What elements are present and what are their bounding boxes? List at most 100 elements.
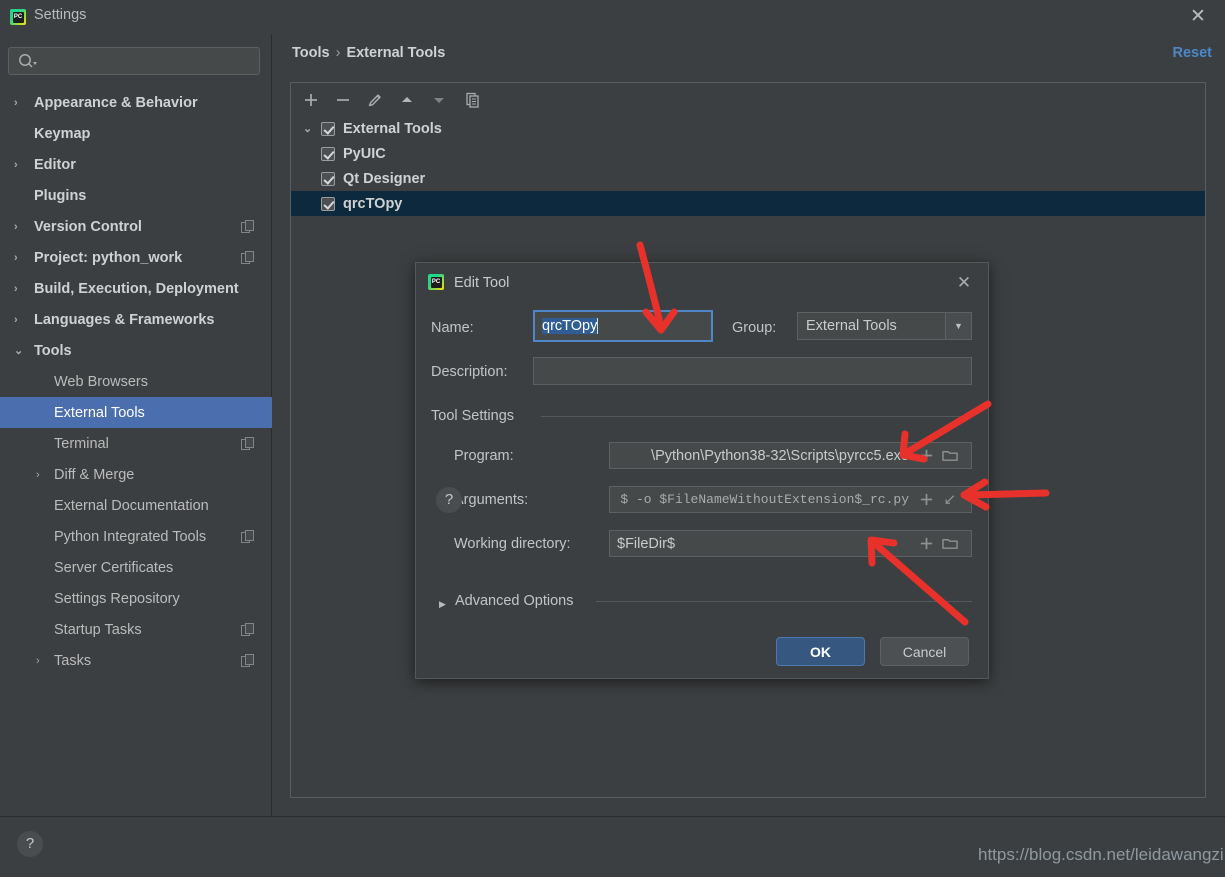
- sidebar-item-version-control[interactable]: › Version Control: [0, 211, 272, 242]
- tool-list-label: External Tools: [343, 120, 442, 137]
- tools-toolbar: [291, 83, 1205, 116]
- settings-scope-icon: [241, 654, 254, 667]
- chevron-down-icon[interactable]: ▼: [945, 313, 971, 339]
- edit-button[interactable]: [363, 88, 387, 112]
- sidebar-item-web-browsers[interactable]: Web Browsers: [0, 366, 272, 397]
- working-directory-field-addons: [919, 536, 959, 556]
- sidebar-item-server-certificates[interactable]: Server Certificates: [0, 552, 272, 583]
- chevron-right-icon[interactable]: ›: [14, 314, 30, 326]
- dialog-cancel-button[interactable]: Cancel: [880, 637, 969, 666]
- arguments-label: Arguments:: [454, 492, 529, 508]
- sidebar-item-diff-merge[interactable]: › Diff & Merge: [0, 459, 272, 490]
- text-caret: [597, 318, 599, 334]
- sidebar-item-python-integrated-tools[interactable]: Python Integrated Tools: [0, 521, 272, 552]
- working-directory-input[interactable]: $FileDir$: [609, 530, 972, 557]
- arguments-input[interactable]: $ -o $FileNameWithoutExtension$_rc.py: [609, 486, 972, 513]
- browse-folder-icon[interactable]: [942, 448, 959, 468]
- sidebar-item-label: External Documentation: [54, 497, 209, 514]
- sidebar-item-label: Server Certificates: [54, 559, 174, 576]
- tool-enabled-checkbox[interactable]: [321, 196, 335, 211]
- sidebar-item-label: External Tools: [54, 404, 145, 421]
- help-button[interactable]: ?: [17, 831, 43, 857]
- chevron-right-icon[interactable]: ›: [14, 159, 30, 171]
- insert-macro-plus-icon[interactable]: [919, 536, 934, 556]
- insert-macro-plus-icon[interactable]: [919, 492, 934, 512]
- sidebar-item-keymap[interactable]: › Keymap: [0, 118, 272, 149]
- chevron-right-icon[interactable]: ›: [14, 97, 30, 109]
- browse-folder-icon[interactable]: [942, 536, 959, 556]
- tool-list-row[interactable]: ⌄ External Tools: [291, 116, 1205, 141]
- tool-enabled-checkbox[interactable]: [321, 121, 335, 136]
- name-label: Name:: [431, 320, 474, 336]
- sidebar-item-label: Languages & Frameworks: [34, 311, 215, 328]
- expand-icon[interactable]: [942, 492, 958, 512]
- search-input[interactable]: [8, 47, 260, 75]
- chevron-right-icon[interactable]: ›: [14, 221, 30, 233]
- chevron-down-icon[interactable]: ⌄: [14, 344, 30, 357]
- sidebar-item-label: Plugins: [34, 187, 87, 204]
- tool-enabled-checkbox[interactable]: [321, 146, 335, 161]
- remove-button[interactable]: [331, 88, 355, 112]
- sidebar-item-external-documentation[interactable]: External Documentation: [0, 490, 272, 521]
- close-icon[interactable]: ✕: [1187, 7, 1209, 27]
- move-up-button[interactable]: [395, 88, 419, 112]
- sidebar-item-external-tools[interactable]: External Tools: [0, 397, 272, 428]
- copy-button[interactable]: [461, 88, 485, 112]
- dialog-close-icon[interactable]: ✕: [954, 273, 974, 293]
- tool-list-row[interactable]: Qt Designer: [291, 166, 1205, 191]
- group-dropdown[interactable]: External Tools ▼: [797, 312, 972, 340]
- chevron-right-icon[interactable]: ›: [36, 655, 40, 667]
- chevron-right-icon: ›: [14, 190, 30, 202]
- move-down-button[interactable]: [427, 88, 451, 112]
- sidebar-item-tasks[interactable]: › Tasks: [0, 645, 272, 676]
- description-input[interactable]: [533, 357, 972, 385]
- arguments-input-value: $ -o $FileNameWithoutExtension$_rc.py: [620, 492, 909, 507]
- group-label: Group:: [732, 320, 777, 336]
- add-button[interactable]: [299, 88, 323, 112]
- chevron-right-icon[interactable]: ›: [14, 252, 30, 264]
- breadcrumb-parent[interactable]: Tools: [292, 45, 330, 61]
- name-input[interactable]: qrcTOpy: [533, 310, 713, 342]
- tool-settings-divider: [541, 416, 972, 417]
- sidebar-item-terminal[interactable]: Terminal: [0, 428, 272, 459]
- sidebar-item-label: Settings Repository: [54, 590, 180, 607]
- edit-tool-dialog: PC Edit Tool ✕ Name: qrcTOpy Group: Exte…: [415, 262, 989, 679]
- working-directory-label: Working directory:: [454, 536, 571, 552]
- sidebar-item-editor[interactable]: › Editor: [0, 149, 272, 180]
- reset-link[interactable]: Reset: [1173, 45, 1213, 61]
- arguments-field-addons: [919, 492, 958, 512]
- sidebar-item-project-python-work[interactable]: › Project: python_work: [0, 242, 272, 273]
- sidebar-item-plugins[interactable]: › Plugins: [0, 180, 272, 211]
- sidebar-item-languages-frameworks[interactable]: › Languages & Frameworks: [0, 304, 272, 335]
- sidebar-item-build-execution-deployment[interactable]: › Build, Execution, Deployment: [0, 273, 272, 304]
- breadcrumb-current: External Tools: [346, 45, 446, 61]
- settings-scope-icon: [241, 623, 254, 636]
- breadcrumb: Tools › External Tools: [292, 45, 445, 61]
- sidebar-item-label: Startup Tasks: [54, 621, 142, 638]
- chevron-right-icon[interactable]: ▶: [439, 599, 446, 610]
- program-field-addons: [919, 448, 959, 468]
- sidebar-item-tools[interactable]: ⌄ Tools: [0, 335, 272, 366]
- title-bar: PC Settings ✕: [0, 0, 1225, 34]
- dialog-pycharm-logo-icon: PC: [428, 274, 444, 290]
- sidebar-item-label: Tasks: [54, 652, 92, 669]
- tool-enabled-checkbox[interactable]: [321, 171, 335, 186]
- sidebar-item-label: Appearance & Behavior: [34, 94, 198, 111]
- sidebar-item-label: Version Control: [34, 218, 142, 235]
- tool-list-row[interactable]: qrcTOpy: [291, 191, 1205, 216]
- window-title: Settings: [34, 7, 87, 23]
- sidebar-item-appearance-behavior[interactable]: › Appearance & Behavior: [0, 87, 272, 118]
- insert-macro-plus-icon[interactable]: [919, 448, 934, 468]
- sidebar-item-startup-tasks[interactable]: Startup Tasks: [0, 614, 272, 645]
- program-input[interactable]: \Python\Python38-32\Scripts\pyrcc5.exe: [609, 442, 972, 469]
- dialog-help-button[interactable]: ?: [436, 487, 462, 513]
- tool-settings-title: Tool Settings: [431, 408, 523, 424]
- chevron-right-icon[interactable]: ›: [14, 283, 30, 295]
- chevron-down-icon[interactable]: ⌄: [303, 122, 321, 135]
- tool-list-row[interactable]: PyUIC: [291, 141, 1205, 166]
- chevron-right-icon[interactable]: ›: [36, 469, 40, 481]
- dialog-ok-button[interactable]: OK: [776, 637, 865, 666]
- sidebar-item-settings-repository[interactable]: Settings Repository: [0, 583, 272, 614]
- sidebar-item-label: Terminal: [54, 435, 109, 452]
- advanced-options-toggle[interactable]: Advanced Options: [455, 593, 574, 609]
